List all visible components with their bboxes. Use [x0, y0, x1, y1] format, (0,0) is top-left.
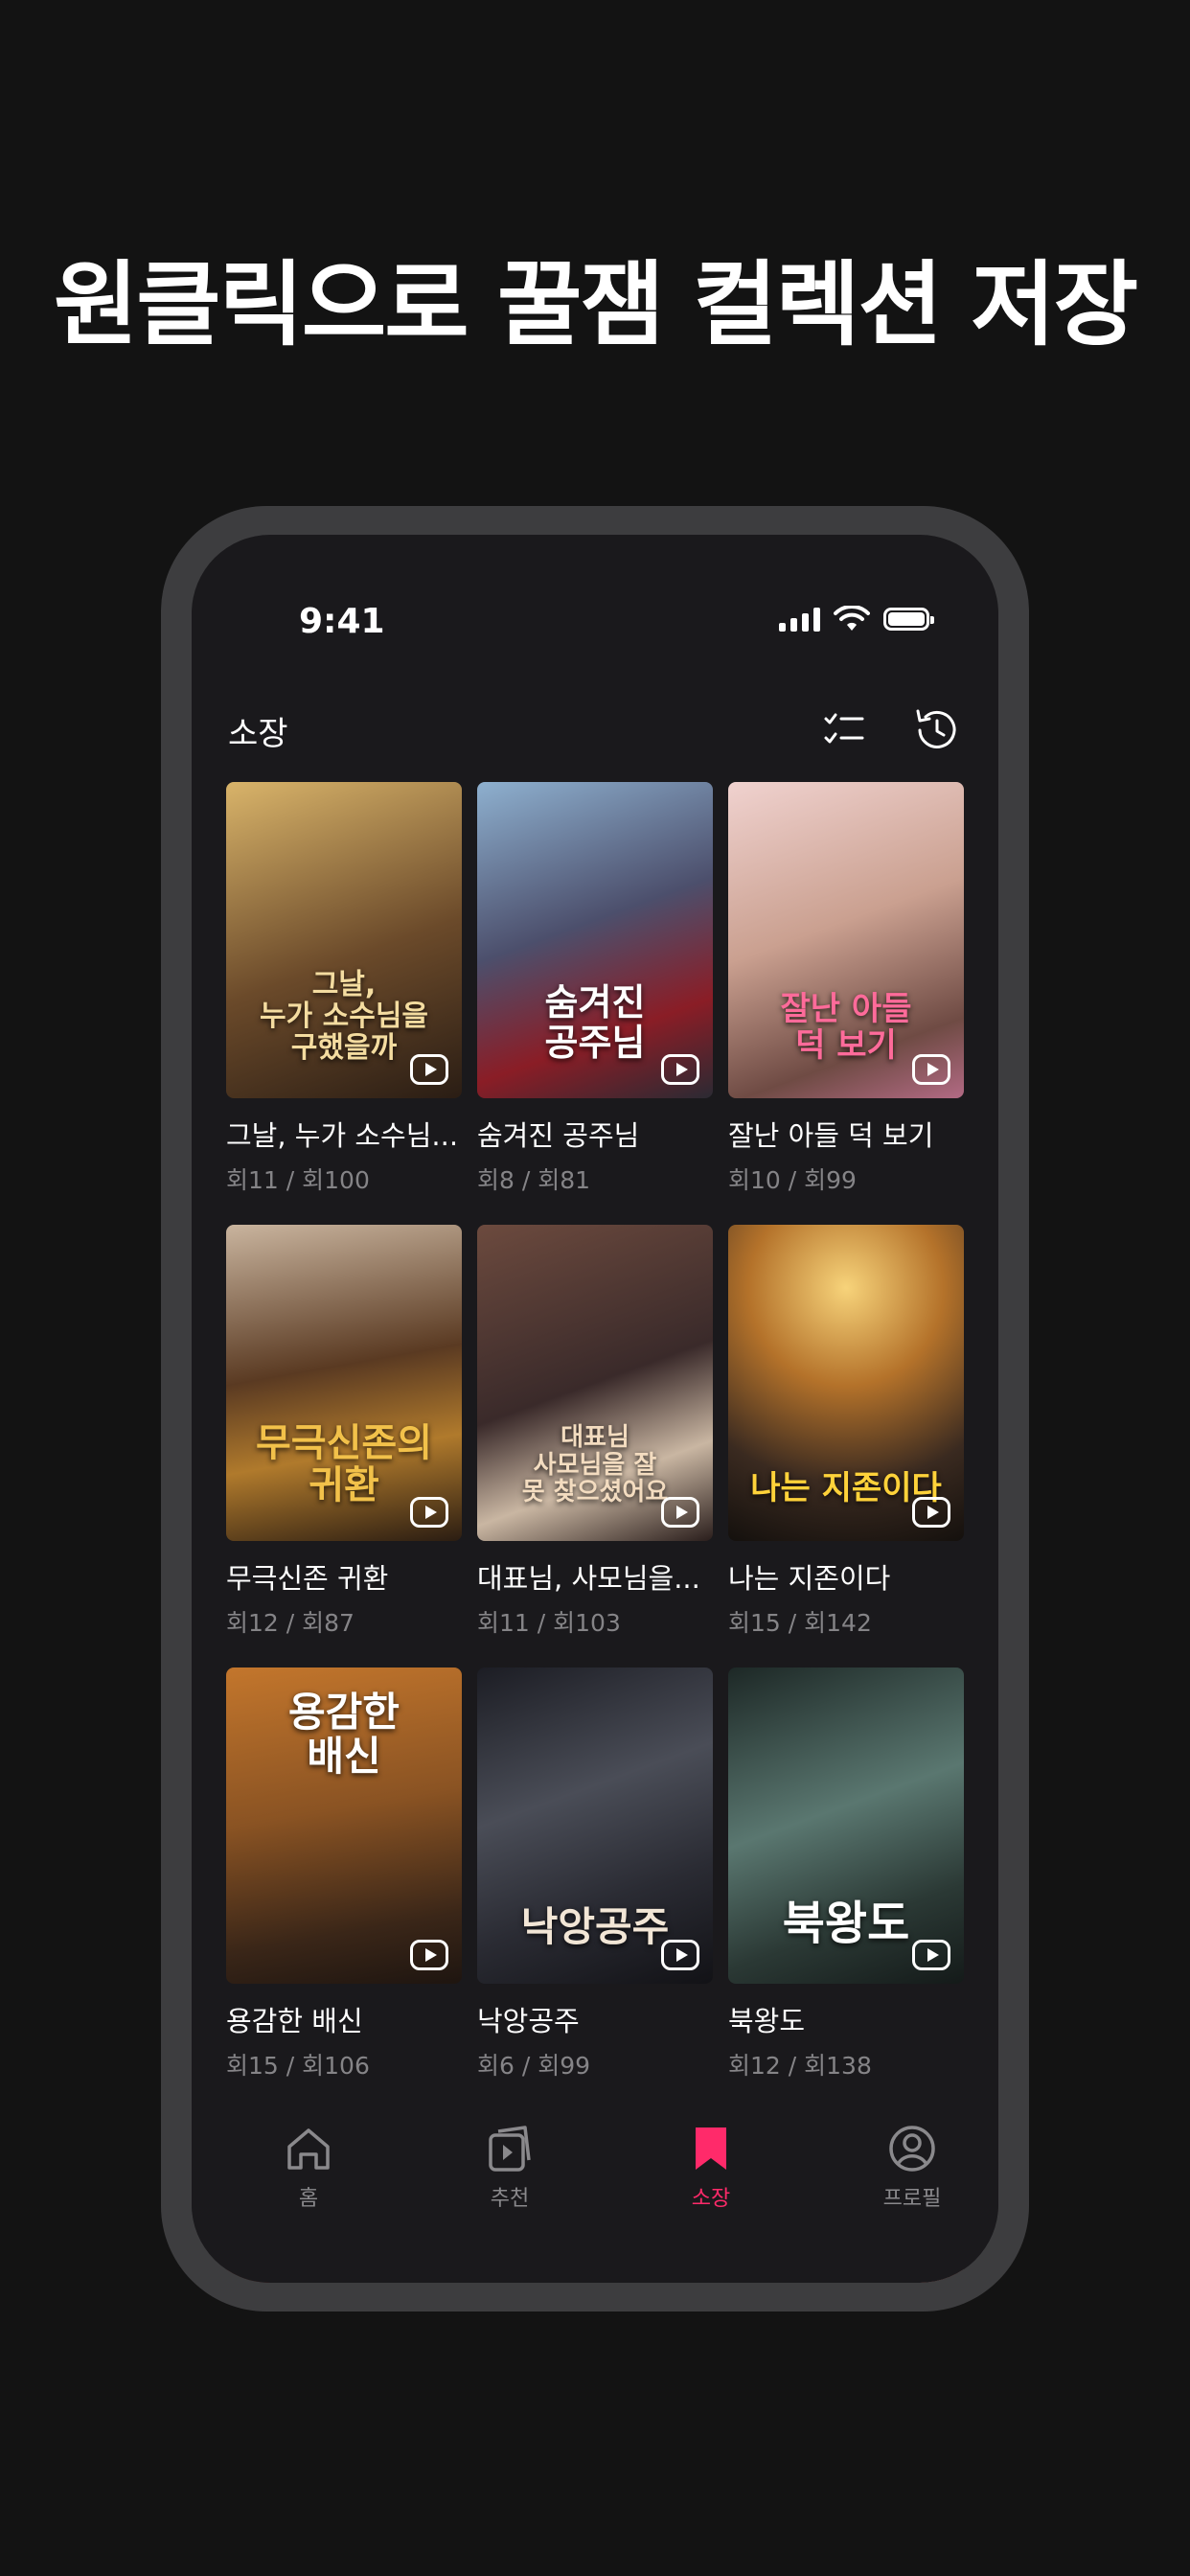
status-bar: 9:41: [192, 535, 998, 650]
card-title: 잘난 아들 덕 보기: [728, 1119, 934, 1152]
play-icon: [661, 1940, 699, 1970]
edit-list-icon[interactable]: [820, 705, 870, 755]
tab-home[interactable]: 홈: [251, 2122, 366, 2212]
poster-title: 용감한 배신: [288, 1689, 400, 1781]
home-icon: [287, 2128, 330, 2170]
poster-image: 그날, 누가 소수님을 구했을까: [226, 782, 462, 1098]
play-icon: [661, 1054, 699, 1085]
card-title: 숨겨진 공주님: [477, 1119, 640, 1152]
cellular-signal-icon: [779, 607, 820, 632]
phone-frame: 9:41 소장 그날, 누가 소수님을 구했을까 그날, 누가 소수님... 회…: [161, 506, 1029, 2312]
nav-bar: 소장: [192, 678, 998, 774]
card-episode: 회15 / 회106: [226, 2052, 370, 2080]
card-episode: 회11 / 회100: [226, 1166, 370, 1194]
card-episode: 회12 / 회87: [226, 1609, 355, 1637]
collection-card[interactable]: 북왕도 북왕도 회12 / 회138: [728, 1668, 964, 2082]
card-episode: 회6 / 회99: [477, 2052, 591, 2080]
tab-bar: 홈 추천 소장 프로필: [192, 2101, 998, 2283]
page-headline: 원클릭으로 꿀잼 컬렉션 저장: [53, 251, 1138, 358]
card-episode: 회15 / 회142: [728, 1609, 872, 1637]
poster-title: 숨겨진 공주님: [544, 981, 646, 1065]
collection-card[interactable]: 그날, 누가 소수님을 구했을까 그날, 누가 소수님... 회11 / 회10…: [226, 782, 462, 1196]
wifi-icon: [834, 606, 870, 631]
collection-card[interactable]: 숨겨진 공주님 숨겨진 공주님 회8 / 회81: [477, 782, 713, 1196]
collection-card[interactable]: 잘난 아들 덕 보기 잘난 아들 덕 보기 회10 / 회99: [728, 782, 964, 1196]
poster-image: 대표님 사모님을 잘 못 찾으셨어요: [477, 1225, 713, 1541]
play-icon: [410, 1497, 448, 1528]
card-title: 그날, 누가 소수님...: [226, 1119, 459, 1152]
poster-image: 무극신존의 귀환: [226, 1225, 462, 1541]
play-icon: [912, 1940, 950, 1970]
card-title: 북왕도: [728, 2005, 806, 2037]
history-icon[interactable]: [912, 705, 962, 755]
collection-card[interactable]: 대표님 사모님을 잘 못 찾으셨어요 대표님, 사모님을... 회11 / 회1…: [477, 1225, 713, 1639]
card-episode: 회8 / 회81: [477, 1166, 591, 1194]
poster-image: 낙앙공주: [477, 1668, 713, 1984]
poster-image: 용감한 배신: [226, 1668, 462, 1984]
tab-label: 홈: [298, 2187, 319, 2211]
poster-title: 잘난 아들 덕 보기: [780, 990, 912, 1065]
bookmark-icon: [696, 2128, 726, 2170]
profile-icon: [889, 2126, 935, 2172]
tab-recommend[interactable]: 추천: [452, 2122, 567, 2212]
collection-card[interactable]: 낙앙공주 낙앙공주 회6 / 회99: [477, 1668, 713, 2082]
card-episode: 회12 / 회138: [728, 2052, 872, 2080]
battery-icon: [883, 608, 934, 631]
play-stack-icon: [489, 2126, 531, 2172]
tab-profile[interactable]: 프로필: [855, 2122, 970, 2212]
card-title: 대표님, 사모님을...: [477, 1562, 700, 1595]
poster-image: 나는 지존이다: [728, 1225, 964, 1541]
status-icons: [779, 606, 934, 632]
tab-collection[interactable]: 소장: [653, 2122, 768, 2212]
poster-image: 잘난 아들 덕 보기: [728, 782, 964, 1098]
card-title: 무극신존 귀환: [226, 1562, 389, 1595]
poster-title: 그날, 누가 소수님을 구했을까: [259, 968, 429, 1065]
collection-card[interactable]: 용감한 배신 용감한 배신 회15 / 회106: [226, 1668, 462, 2082]
tab-label: 추천: [490, 2187, 530, 2211]
nav-title: 소장: [228, 715, 288, 753]
app-screen: 9:41 소장 그날, 누가 소수님을 구했을까 그날, 누가 소수님... 회…: [192, 535, 998, 2283]
poster-title: 대표님 사모님을 잘 못 찾으셨어요: [521, 1423, 669, 1507]
card-title: 낙앙공주: [477, 2005, 580, 2037]
play-icon: [661, 1497, 699, 1528]
play-icon: [912, 1497, 950, 1528]
card-episode: 회11 / 회103: [477, 1609, 621, 1637]
tab-label: 소장: [691, 2187, 731, 2211]
card-episode: 회10 / 회99: [728, 1166, 857, 1194]
play-icon: [410, 1940, 448, 1970]
play-icon: [410, 1054, 448, 1085]
status-time: 9:41: [299, 602, 385, 641]
poster-image: 숨겨진 공주님: [477, 782, 713, 1098]
poster-image: 북왕도: [728, 1668, 964, 1984]
poster-title: 무극신존의 귀환: [256, 1421, 432, 1507]
collection-card[interactable]: 나는 지존이다 나는 지존이다 회15 / 회142: [728, 1225, 964, 1639]
tab-label: 프로필: [882, 2187, 942, 2211]
play-icon: [912, 1054, 950, 1085]
card-title: 용감한 배신: [226, 2005, 363, 2037]
card-title: 나는 지존이다: [728, 1562, 891, 1595]
collection-card[interactable]: 무극신존의 귀환 무극신존 귀환 회12 / 회87: [226, 1225, 462, 1639]
